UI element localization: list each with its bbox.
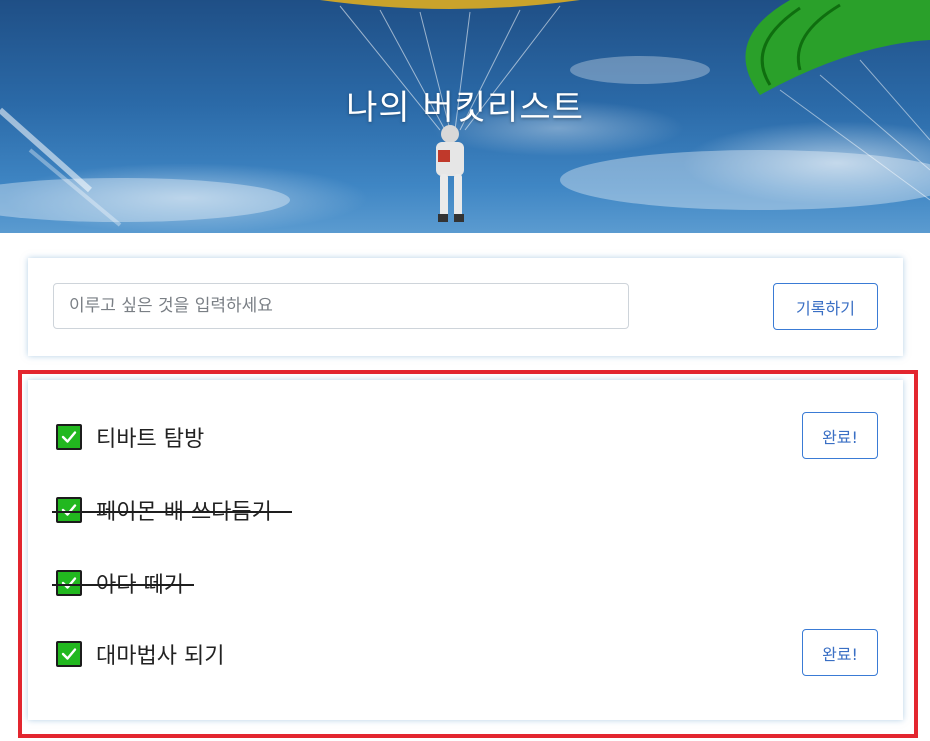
check-icon: [56, 424, 82, 450]
page-title: 나의 버킷리스트: [346, 88, 584, 128]
check-icon: [56, 570, 82, 596]
check-icon: [56, 497, 82, 523]
goal-input-card: 기록하기: [28, 258, 903, 356]
check-icon: [56, 641, 82, 667]
strikethrough-line: [52, 511, 292, 513]
list-item: 대마법사 되기 완료!: [28, 629, 903, 677]
list-item-text: 티바트 탐방: [96, 427, 205, 452]
list-item-text: 페이몬 배 쓰다듬기: [96, 500, 272, 525]
list-item-completed: 페이몬 배 쓰다듬기: [28, 485, 903, 533]
list-item-text: 대마법사 되기: [96, 644, 225, 669]
strikethrough-line: [52, 584, 194, 586]
bucket-list: 티바트 탐방 완료! 페이몬 배 쓰다듬기 아다 떼기 대마법사 되기 완료!: [28, 380, 903, 720]
complete-button[interactable]: 완료!: [802, 629, 878, 676]
list-item-completed: 아다 떼기: [28, 558, 903, 606]
list-item: 티바트 탐방 완료!: [28, 412, 903, 460]
record-button[interactable]: 기록하기: [773, 283, 878, 330]
complete-button[interactable]: 완료!: [802, 412, 878, 459]
list-item-text: 아다 떼기: [96, 573, 184, 598]
hero-banner: 나의 버킷리스트: [0, 0, 930, 233]
goal-input[interactable]: [53, 283, 629, 329]
